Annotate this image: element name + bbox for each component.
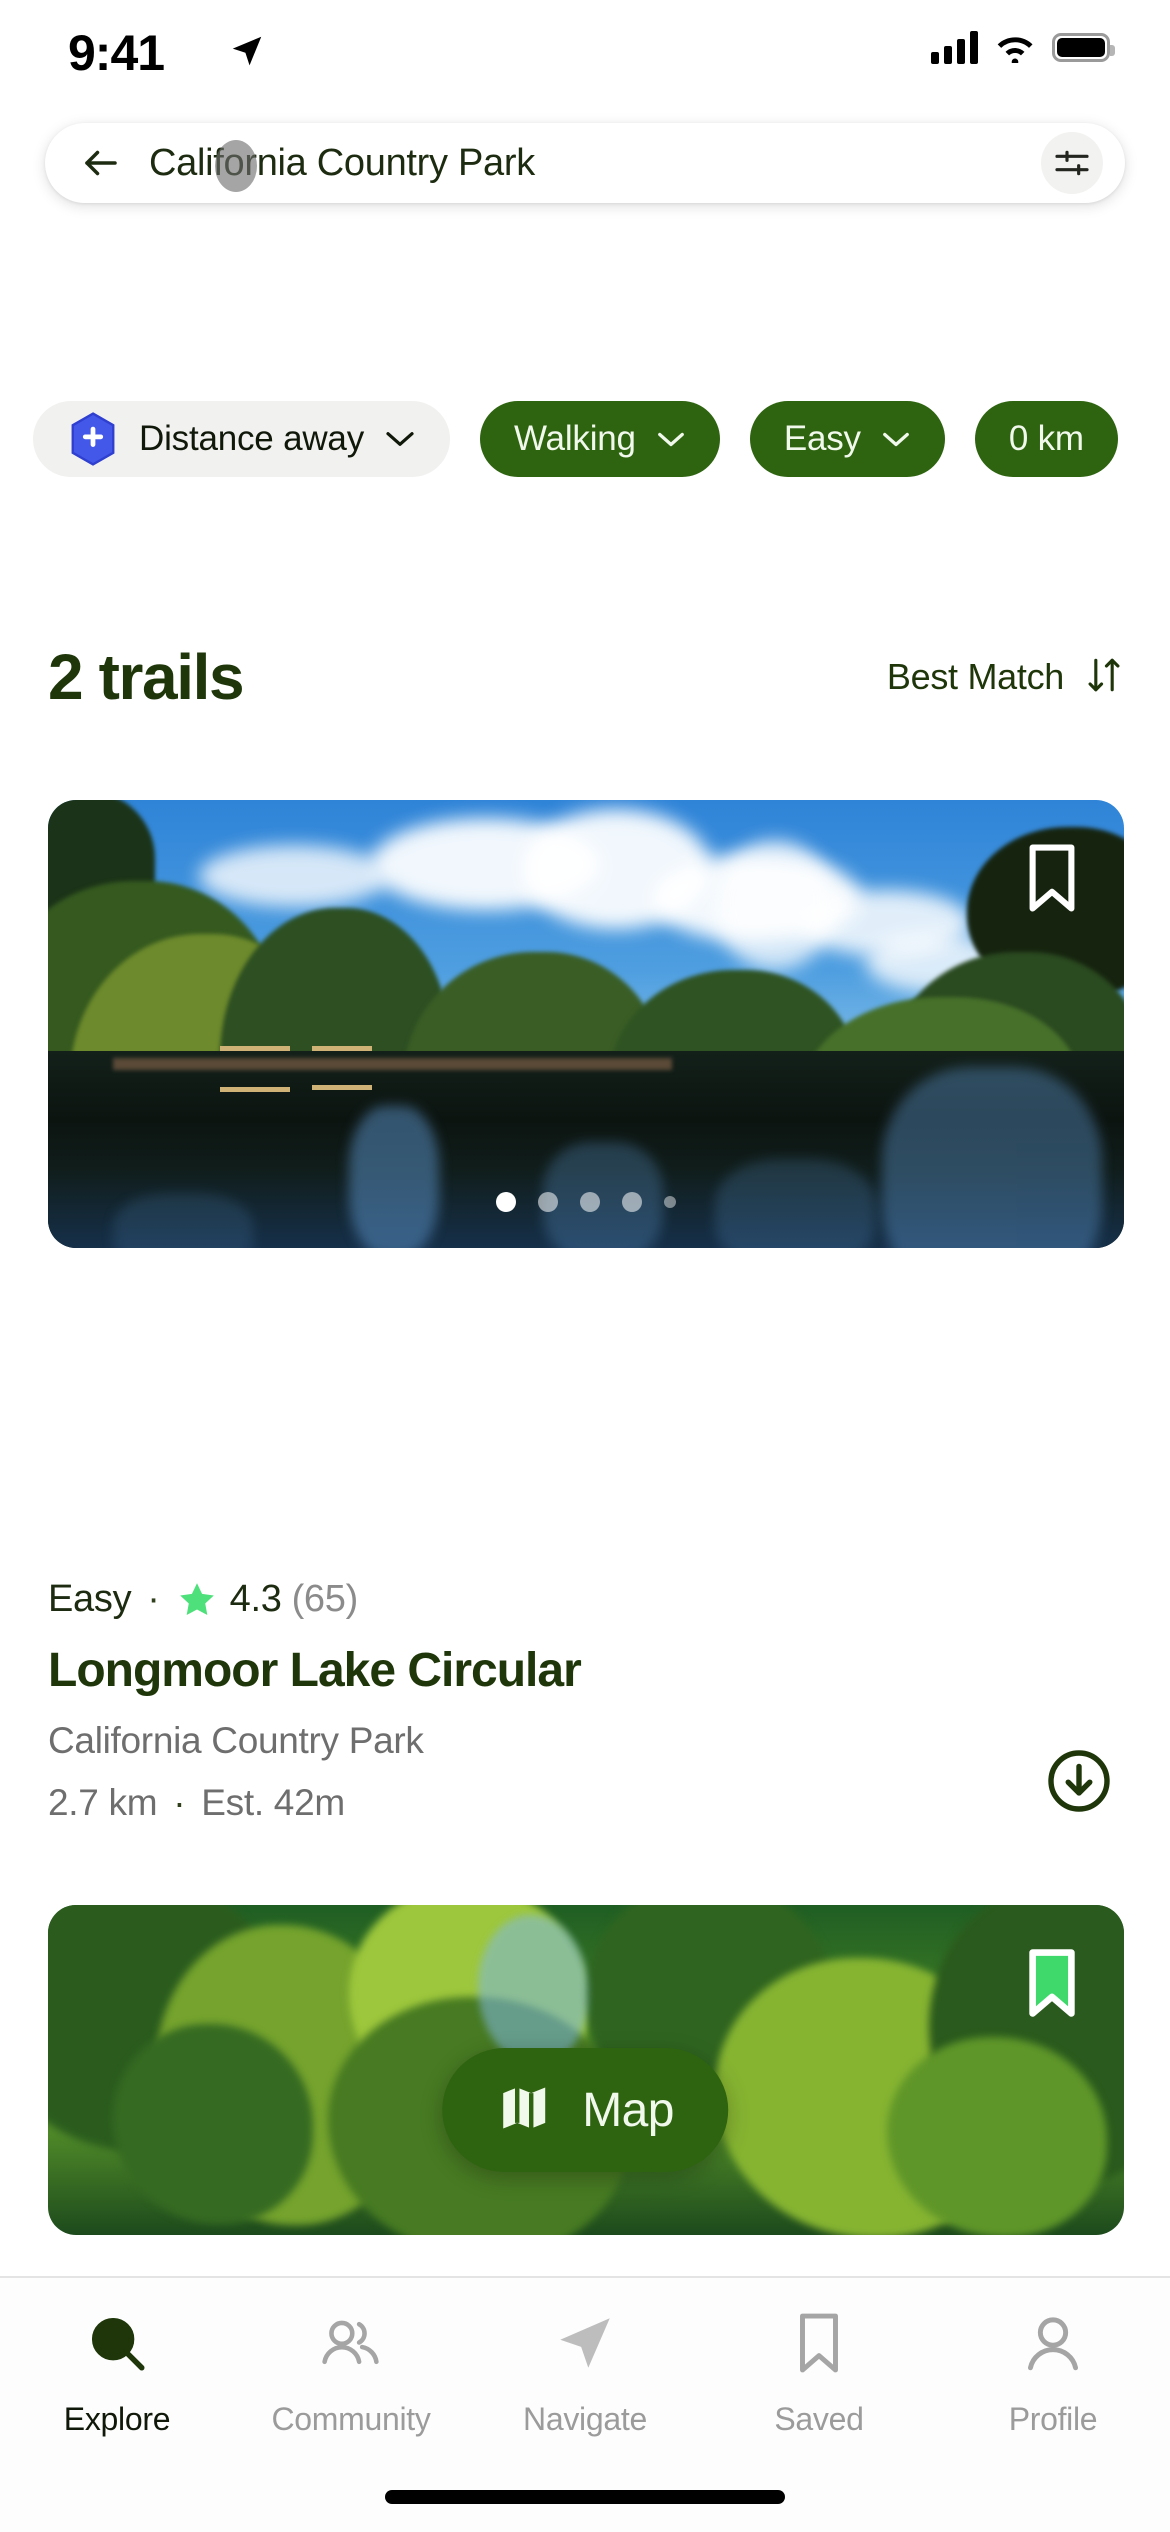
trail-review-count: (65) <box>291 1578 359 1620</box>
tab-community[interactable]: Community <box>234 2310 468 2438</box>
star-filled-icon <box>176 1579 218 1621</box>
tab-label: Community <box>271 2401 431 2437</box>
filter-chip-distance-away[interactable]: Distance away <box>33 401 451 477</box>
trail-photo-carousel[interactable] <box>48 800 1124 1248</box>
home-indicator <box>385 2490 785 2504</box>
people-icon <box>318 2310 384 2381</box>
carousel-dot[interactable] <box>538 1192 558 1212</box>
tab-navigate[interactable]: Navigate <box>468 2310 702 2438</box>
search-icon <box>84 2310 150 2381</box>
map-button[interactable]: Map <box>442 2048 728 2172</box>
status-bar-time: 9:41 <box>68 25 165 81</box>
tab-explore[interactable]: Explore <box>0 2310 234 2438</box>
cellular-bars-icon <box>931 30 978 64</box>
carousel-dot[interactable] <box>580 1192 600 1212</box>
filter-chip-easy[interactable]: Easy <box>749 401 945 477</box>
back-arrow-icon[interactable] <box>75 137 127 189</box>
trail-stats: 2.7 km · Est. 42m <box>48 1782 1124 1824</box>
chevron-down-icon <box>656 430 686 449</box>
wifi-icon <box>997 37 1033 63</box>
lake-reflection <box>48 1050 1124 1248</box>
filter-chip-walking[interactable]: Walking <box>480 401 720 477</box>
tune-sliders-icon <box>1055 150 1089 176</box>
trail-difficulty: Easy <box>48 1578 132 1620</box>
map-button-label: Map <box>582 2083 674 2137</box>
trail-card-details: Easy · 4.3 (65) Longmoor Lake Circular C… <box>48 1578 1124 1824</box>
tab-label: Explore <box>63 2401 171 2437</box>
filter-chip-label: Walking <box>514 419 636 458</box>
sort-label: Best Match <box>886 656 1064 697</box>
sort-button[interactable]: Best Match <box>887 655 1122 700</box>
separator: · <box>147 1578 160 1620</box>
trail-difficulty-rating: Easy · 4.3 (65) <box>48 1578 1124 1621</box>
save-trail-button[interactable] <box>1024 842 1080 914</box>
trail-card[interactable] <box>48 800 1124 1248</box>
filter-chip-row[interactable]: Distance away Walking Easy 0 km <box>0 384 1170 494</box>
wooden-fence <box>220 1046 291 1093</box>
chevron-down-icon <box>384 429 416 449</box>
results-header: 2 trails Best Match <box>0 640 1170 714</box>
filter-chip-distance-value[interactable]: 0 km <box>974 401 1118 477</box>
trail-distance: 2.7 km <box>48 1782 158 1823</box>
search-bar[interactable]: California Country Park <box>45 123 1125 203</box>
chevron-down-icon <box>881 430 911 449</box>
sort-arrows-icon <box>1086 655 1122 700</box>
download-circle-icon <box>1048 1750 1110 1812</box>
trail-park: California Country Park <box>48 1720 424 1761</box>
filter-chip-label: Easy <box>783 419 861 458</box>
filter-settings-button[interactable] <box>1041 132 1103 194</box>
tab-label: Saved <box>774 2401 864 2437</box>
carousel-dot[interactable] <box>664 1196 676 1208</box>
save-trail-button[interactable] <box>1024 1947 1080 2019</box>
navigate-icon <box>552 2310 618 2381</box>
bookmark-icon <box>789 2310 849 2381</box>
status-bar: 9:41 <box>0 0 1170 120</box>
carousel-dots[interactable] <box>496 1192 676 1212</box>
tab-profile[interactable]: Profile <box>936 2310 1170 2438</box>
filter-chip-label: 0 km <box>1008 419 1084 458</box>
trail-rating: 4.3 <box>229 1578 282 1620</box>
tab-label: Profile <box>1008 2401 1098 2437</box>
app-screen: 9:41 California Country Park Distance aw… <box>0 0 1170 2532</box>
hexagon-plus-icon <box>67 411 119 467</box>
separator: · <box>173 1782 186 1823</box>
bookmark-filled-icon <box>1029 1949 1075 2017</box>
location-arrow-icon <box>228 32 266 75</box>
person-icon <box>1020 2310 1086 2381</box>
map-folded-icon <box>496 2080 552 2141</box>
trail-photo <box>48 800 1124 1248</box>
results-count: 2 trails <box>48 641 245 713</box>
wooden-fence <box>311 1046 372 1091</box>
bookmark-outline-icon <box>1029 844 1075 912</box>
carousel-dot[interactable] <box>496 1192 516 1212</box>
filter-chip-label: Distance away <box>139 419 365 458</box>
tab-label: Navigate <box>523 2401 647 2437</box>
trail-duration: Est. 42m <box>201 1782 345 1823</box>
battery-full-icon <box>1052 32 1115 62</box>
search-input[interactable]: California Country Park <box>149 142 1041 185</box>
download-trail-button[interactable] <box>1044 1746 1114 1816</box>
carousel-dot[interactable] <box>622 1192 642 1212</box>
trail-name[interactable]: Longmoor Lake Circular <box>48 1643 1124 1698</box>
tab-saved[interactable]: Saved <box>702 2310 936 2438</box>
